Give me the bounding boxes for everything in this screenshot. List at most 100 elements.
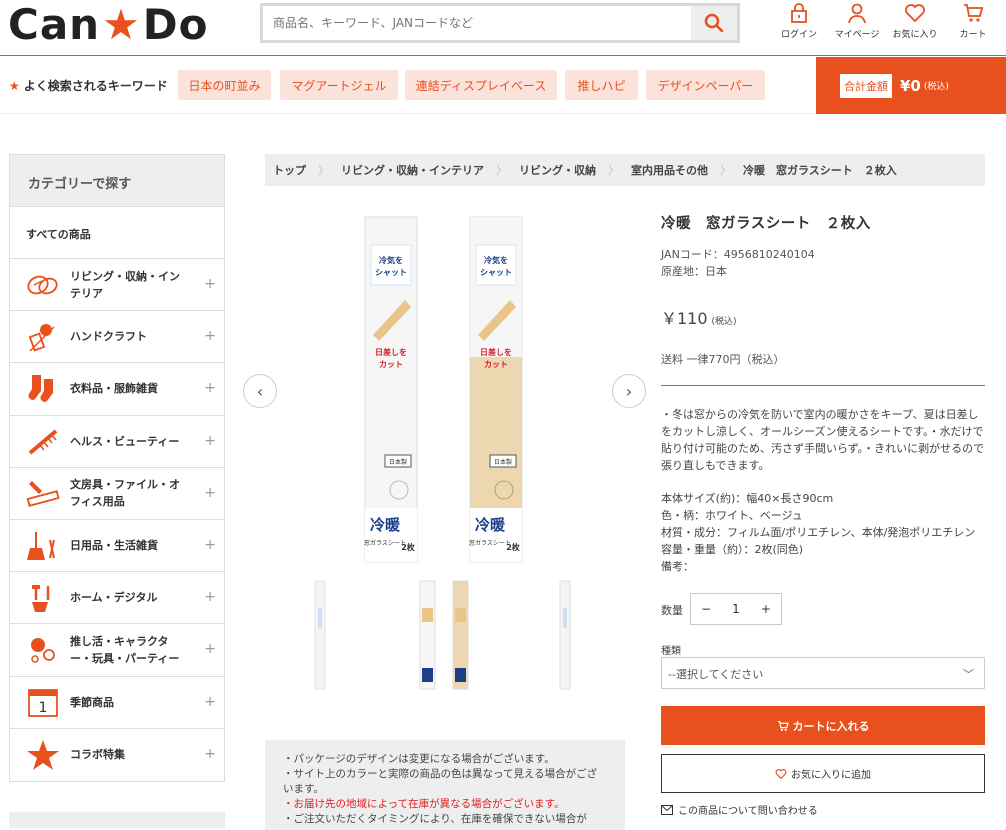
breadcrumb-item[interactable]: リビング・収納: [519, 162, 596, 178]
favorites-label: お気に入り: [892, 30, 938, 40]
total-tax: (税込): [923, 82, 949, 92]
sidebar-item-collab[interactable]: コラボ特集 +: [10, 729, 224, 781]
chevron-right-icon: 〉: [608, 164, 619, 177]
add-to-favorites-button[interactable]: お気に入りに追加: [661, 754, 985, 793]
sidebar-item-label: コラボ特集: [70, 748, 125, 762]
expand-icon[interactable]: +: [204, 328, 216, 344]
breadcrumb: トップ〉 リビング・収納・インテリア〉 リビング・収納〉 室内用品その他〉 冷暖…: [265, 154, 985, 186]
add-to-cart-label: カートに入れる: [792, 719, 870, 733]
sidebar-item-handcraft[interactable]: ハンドクラフト +: [10, 311, 224, 364]
header-icons: ログイン マイページ お気に入り カート: [770, 2, 1002, 40]
quantity-stepper: − 1 +: [690, 593, 782, 625]
expand-icon[interactable]: +: [204, 537, 216, 553]
expand-icon[interactable]: +: [204, 380, 216, 396]
quantity-value[interactable]: 1: [732, 602, 740, 616]
sidebar-item-label: 季節商品: [70, 695, 114, 709]
product-specs: 本体サイズ(約)：幅40×長さ90cm 色・柄：ホワイト、ベージュ 材質・成分：…: [661, 490, 985, 575]
product-main-image[interactable]: 冷気を シャット 日差しを カット 日本製 冷暖 窓ガラスシート 2枚 冷気を …: [265, 205, 630, 575]
keyword-chip[interactable]: マグアートジェル: [280, 70, 398, 100]
package-text: シャット: [480, 268, 512, 277]
keyword-chip[interactable]: 連結ディスプレイベース: [405, 70, 557, 100]
sidebar-item-oshi[interactable]: 推し活・キャラクター・玩具・パーティー +: [10, 624, 224, 677]
sidebar-item-health[interactable]: ヘルス・ビューティー +: [10, 416, 224, 468]
sidebar-item-label: ヘルス・ビューティー: [70, 434, 180, 448]
package-text: 冷暖: [475, 516, 506, 534]
spec-line: 材質・成分：フィルム面/ポリエチレン、本体/発泡ポリエチレン: [661, 526, 976, 539]
expand-icon[interactable]: +: [204, 485, 216, 501]
notice-line-warning: ・お届け先の地域によって在庫が異なる場合がございます。: [283, 798, 565, 810]
sidebar-item-home[interactable]: ホーム・デジタル +: [10, 572, 224, 625]
total-label: 合計金額: [840, 73, 892, 98]
expand-icon[interactable]: +: [204, 276, 216, 292]
package-text: 冷気を: [484, 255, 508, 265]
breadcrumb-item[interactable]: トップ: [273, 162, 306, 178]
keyword-chip[interactable]: デザインペーパー: [646, 70, 765, 100]
party-icon: [24, 632, 62, 668]
chevron-right-icon: 〉: [318, 164, 329, 177]
socks-icon: [24, 371, 62, 407]
expand-icon[interactable]: +: [204, 433, 216, 449]
notice-line: ・サイト上のカラーと実際の商品の色は異なって見える場合がございます。: [283, 768, 598, 795]
sidebar-item-daily[interactable]: 日用品・生活雑貨 +: [10, 520, 224, 573]
expand-icon[interactable]: +: [204, 589, 216, 605]
sidebar-item-seasonal[interactable]: 1 季節商品 +: [10, 677, 224, 729]
shipping-info: 送料 一律770円（税込）: [661, 353, 785, 366]
mypage-link[interactable]: マイページ: [828, 2, 886, 40]
package-text: 2枚: [401, 542, 415, 552]
expand-icon[interactable]: +: [204, 694, 216, 710]
sidebar-item-living[interactable]: リビング・収納・インテリア +: [10, 259, 224, 312]
tools-icon: [24, 580, 62, 616]
kind-select[interactable]: --選択してください ﹀: [661, 657, 985, 689]
cart-total[interactable]: 合計金額 ¥0 (税込): [816, 57, 1006, 114]
sidebar-item-label: 衣料品・服飾雑貨: [70, 382, 158, 396]
heart-icon: [905, 4, 925, 23]
prev-image-button[interactable]: ‹: [243, 374, 277, 408]
price-value: ￥110: [661, 309, 708, 328]
logo-star-icon: ★: [102, 0, 141, 49]
svg-text:1: 1: [39, 700, 48, 716]
add-to-favorites-label: お気に入りに追加: [791, 770, 871, 781]
keyword-chip[interactable]: 推しハピ: [565, 70, 638, 100]
search-button[interactable]: [691, 6, 737, 40]
package-beige-image: 冷気を シャット 日差しを カット 日本製 冷暖 窓ガラスシート 2枚: [469, 216, 523, 563]
chevron-right-icon: 〉: [496, 164, 507, 177]
expand-icon[interactable]: +: [204, 746, 216, 762]
logo-text-do: Do: [142, 0, 209, 49]
expand-icon[interactable]: +: [204, 641, 216, 657]
price-tax: (税込): [711, 317, 737, 327]
inquiry-link[interactable]: この商品について問い合わせる: [661, 802, 818, 817]
breadcrumb-item[interactable]: リビング・収納・インテリア: [341, 162, 484, 178]
sidebar-item-all[interactable]: すべての商品: [10, 207, 224, 259]
product-price: ￥110 (税込): [661, 305, 737, 329]
mypage-label: マイページ: [834, 30, 880, 40]
quantity-label: 数量: [661, 604, 683, 617]
favorites-link[interactable]: お気に入り: [886, 2, 944, 40]
thumbnail[interactable]: [314, 580, 326, 690]
login-link[interactable]: ログイン: [770, 2, 828, 40]
thumbnail-strip: [265, 578, 625, 693]
thumbnail[interactable]: [419, 580, 469, 690]
add-to-cart-button[interactable]: カートに入れる: [661, 706, 985, 745]
chevron-down-icon: ﹀: [963, 668, 974, 681]
breadcrumb-current: 冷暖 窓ガラスシート ２枚入: [743, 164, 897, 177]
sidebar-item-stationery[interactable]: 文房具・ファイル・オフィス用品 +: [10, 468, 224, 520]
breadcrumb-item[interactable]: 室内用品その他: [631, 162, 708, 178]
product-title: 冷暖 窓ガラスシート ２枚入: [661, 216, 871, 232]
search-input[interactable]: [263, 6, 691, 40]
site-logo[interactable]: Can ★ Do: [8, 0, 209, 49]
bath-icon: [24, 267, 62, 303]
sidebar-item-clothing[interactable]: 衣料品・服飾雑貨 +: [10, 363, 224, 416]
package-text: 窓ガラスシート: [469, 539, 511, 547]
plus-icon[interactable]: +: [761, 602, 771, 616]
package-white-image: 冷気を シャット 日差しを カット 日本製 冷暖 窓ガラスシート 2枚: [364, 216, 418, 563]
keyword-chip[interactable]: 日本の町並み: [178, 70, 271, 100]
next-image-button[interactable]: ›: [612, 374, 646, 408]
package-text: シャット: [375, 268, 407, 277]
minus-icon[interactable]: −: [701, 602, 711, 616]
thumbnail[interactable]: [559, 580, 571, 690]
spec-line: 色・柄：ホワイト、ベージュ: [661, 509, 803, 522]
keyword-title: ★ よく検索されるキーワード: [9, 77, 168, 94]
cart-link[interactable]: カート: [944, 2, 1002, 40]
star-icon: ★: [9, 79, 20, 93]
package-text: 日差しを: [375, 347, 407, 357]
